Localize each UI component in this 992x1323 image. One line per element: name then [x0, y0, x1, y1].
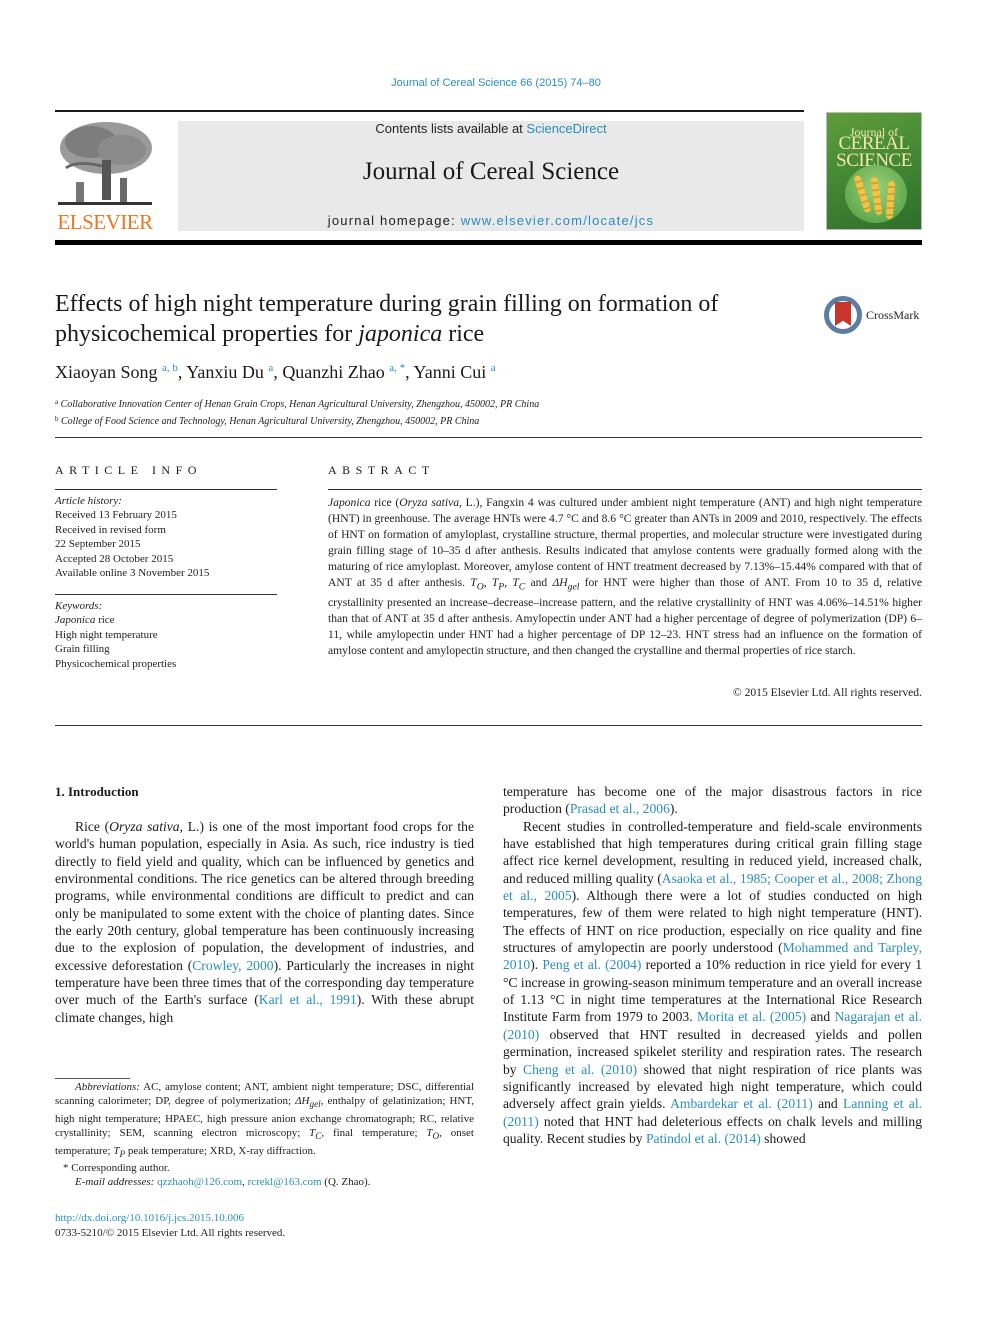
doi-link[interactable]: http://dx.doi.org/10.1016/j.jcs.2015.10.…	[55, 1212, 244, 1224]
history-item: 22 September 2015	[55, 538, 141, 551]
abstract-rule	[328, 489, 922, 490]
section-divider	[55, 437, 922, 438]
article-history: Article history: Received 13 February 20…	[55, 494, 209, 580]
citation-link[interactable]: Karl et al., 1991	[259, 992, 357, 1007]
sciencedirect-link[interactable]: ScienceDirect	[526, 121, 606, 136]
affiliation-item: b College of Food Science and Technology…	[55, 415, 480, 427]
history-item: Received in revised form	[55, 523, 166, 536]
citation-link[interactable]: Crowley, 2000	[192, 958, 273, 973]
homepage-link[interactable]: www.elsevier.com/locate/jcs	[461, 213, 655, 228]
corresponding-author-note: * Corresponding author.	[63, 1162, 170, 1175]
keywords: Keywords: Japonica rice High night tempe…	[55, 599, 176, 671]
body-paragraph: Recent studies in controlled-temperature…	[503, 818, 923, 1146]
elsevier-wordmark: ELSEVIER	[57, 210, 153, 234]
abstract-body: Japonica rice (Oryza sativa, L.), Fangxi…	[328, 496, 923, 657]
history-item: Accepted 28 October 2015	[55, 552, 174, 565]
author-affiliation-mark[interactable]: a	[491, 362, 496, 374]
email-link[interactable]: rcrekl@163.com	[248, 1176, 322, 1188]
journal-homepage: journal homepage: www.elsevier.com/locat…	[327, 213, 655, 228]
footnotes: Abbreviations: AC, amylose content; ANT,…	[55, 1080, 474, 1190]
citation-link[interactable]: Ambardekar et al. (2011)	[670, 1096, 813, 1111]
doi-block: http://dx.doi.org/10.1016/j.jcs.2015.10.…	[55, 1211, 285, 1241]
author-list: Xiaoyan Song a, b, Yanxiu Du a, Quanzhi …	[55, 362, 496, 382]
crossmark-label: CrossMark	[866, 308, 920, 322]
abbreviations-footnote: Abbreviations: AC, amylose content; ANT,…	[55, 1081, 474, 1159]
article-info-heading: ARTICLE INFO	[55, 463, 202, 477]
body-column-right: temperature has become one of the major …	[503, 783, 922, 1147]
journal-title: Journal of Cereal Science	[362, 158, 620, 185]
author-name[interactable]: Xiaoyan Song	[55, 362, 158, 382]
elsevier-tree-icon	[58, 122, 152, 205]
body-paragraph: temperature has become one of the major …	[503, 784, 922, 817]
abstract-copyright: © 2015 Elsevier Ltd. All rights reserved…	[732, 686, 922, 699]
history-item: Received 13 February 2015	[55, 509, 177, 522]
author-name[interactable]: Yanni Cui	[414, 362, 487, 382]
cover-title-line2: CEREAL SCIENCE	[836, 133, 912, 171]
affiliations: a Collaborative Innovation Center of Hen…	[55, 395, 539, 429]
keyword-item: Physicochemical properties	[55, 657, 177, 670]
history-item: Available online 3 November 2015	[55, 567, 210, 580]
keyword-item: High night temperature	[55, 628, 158, 641]
issn-copyright: 0733-5210/© 2015 Elsevier Ltd. All right…	[55, 1227, 286, 1239]
keyword-item: Japonica rice	[55, 614, 115, 627]
affiliation-item: a Collaborative Innovation Center of Hen…	[55, 398, 540, 410]
abstract-heading: ABSTRACT	[328, 463, 435, 477]
citation-link[interactable]: Morita et al. (2005)	[697, 1009, 806, 1024]
footnote-rule	[55, 1078, 130, 1079]
citation-link[interactable]: Prasad et al., 2006	[570, 801, 670, 816]
abstract-end-rule	[55, 725, 922, 726]
article-title: Effects of high night temperature during…	[55, 291, 719, 347]
history-label: Article history:	[55, 495, 122, 507]
top-rule	[55, 110, 804, 112]
email-footnote: E-mail addresses: qzzhaoh@126.com, rcrek…	[75, 1176, 371, 1189]
journal-masthead: Contents lists available at ScienceDirec…	[178, 121, 804, 231]
keyword-item: Grain filling	[55, 643, 110, 656]
citation-link[interactable]: Cheng et al. (2010)	[523, 1062, 637, 1077]
running-head[interactable]: Journal of Cereal Science 66 (2015) 74–8…	[0, 77, 992, 89]
journal-cover-image[interactable]: Journal of CEREAL SCIENCE	[826, 112, 922, 230]
author-affiliation-mark[interactable]: a, b	[162, 362, 178, 374]
article-info-rule	[55, 594, 277, 595]
article-info-rule	[55, 489, 277, 490]
citation-link[interactable]: Patindol et al. (2014)	[646, 1131, 761, 1146]
author-affiliation-mark[interactable]: a, *	[389, 362, 405, 374]
citation-link[interactable]: Peng et al. (2004)	[542, 957, 641, 972]
keywords-label: Keywords:	[55, 600, 103, 612]
body-paragraph: Rice (Oryza sativa, L.) is one of the mo…	[55, 819, 474, 1025]
email-link[interactable]: qzzhaoh@126.com	[157, 1176, 242, 1188]
section-heading-introduction: 1. Introduction	[55, 784, 139, 799]
contents-line: Contents lists available at ScienceDirec…	[375, 121, 607, 136]
header-thick-rule	[55, 240, 922, 245]
body-column-left: Rice (Oryza sativa, L.) is one of the mo…	[55, 818, 474, 1026]
author-name[interactable]: Quanzhi Zhao	[282, 362, 384, 382]
author-name[interactable]: Yanxiu Du	[186, 362, 264, 382]
elsevier-logo[interactable]: ELSEVIER	[54, 120, 156, 234]
crossmark-button[interactable]: CrossMark	[824, 296, 924, 336]
